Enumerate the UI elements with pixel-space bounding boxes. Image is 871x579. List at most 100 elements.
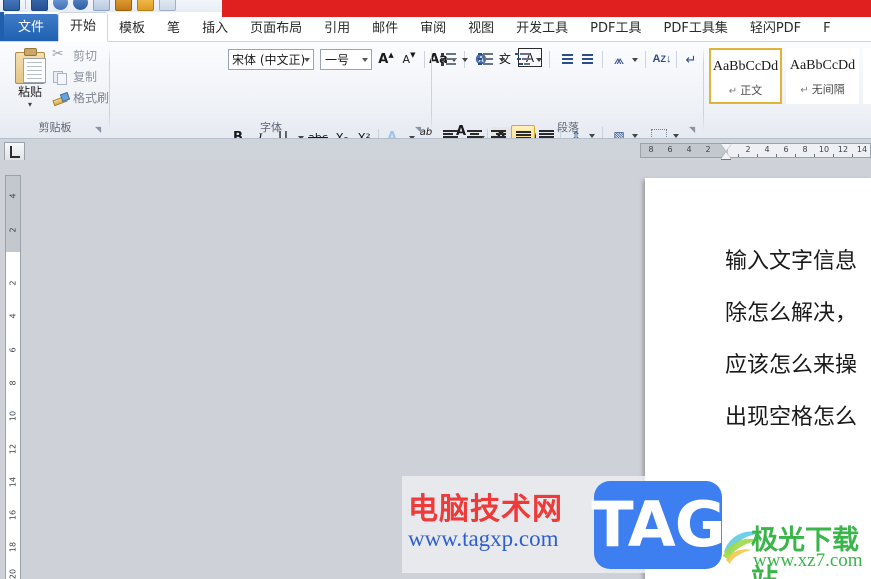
format-painter-button[interactable]: 格式刷 bbox=[52, 89, 109, 106]
grow-font-button[interactable]: A ▲ bbox=[375, 49, 397, 70]
tab-developer-tools[interactable]: 开发工具 bbox=[505, 16, 579, 42]
ribbon-group-styles: AaBbCcDd ↵ 正文 AaBbCcDd ↵ 无间隔 A 标 bbox=[704, 42, 871, 137]
h-ruler-num-5: 4 bbox=[764, 145, 770, 154]
ribbon-tab-bar: 文件 开始 模板 笔 插入 页面布局 引用 邮件 审阅 视图 开发工具 PDF工… bbox=[0, 12, 871, 42]
open-doc-icon[interactable] bbox=[137, 0, 154, 11]
numbering-caret[interactable] bbox=[498, 57, 505, 62]
print-icon[interactable] bbox=[73, 0, 88, 10]
style-sample-1: AaBbCcDd bbox=[789, 58, 856, 73]
qat-more-icon[interactable] bbox=[159, 0, 176, 11]
tab-review[interactable]: 审阅 bbox=[409, 16, 457, 42]
h-ruler-num-3: 2 bbox=[705, 145, 711, 154]
increase-indent-button[interactable] bbox=[578, 49, 600, 70]
decrease-indent-icon bbox=[558, 53, 573, 66]
h-ruler-num-0: 8 bbox=[648, 145, 654, 154]
sort-button[interactable]: AZ↓ bbox=[650, 48, 674, 69]
clipboard-dialog-launcher[interactable]: ◥ bbox=[95, 125, 104, 134]
v-ruler-num-6: 10 bbox=[8, 410, 18, 422]
chinese-layout-button[interactable]: ⩕ bbox=[608, 49, 630, 70]
redo-icon[interactable] bbox=[53, 0, 68, 10]
bullets-dropdown[interactable] bbox=[459, 49, 470, 70]
tab-mailings[interactable]: 邮件 bbox=[361, 16, 409, 42]
horizontal-ruler[interactable]: 8 6 4 2 2 4 6 8 10 12 14 bbox=[640, 143, 871, 158]
undo-icon[interactable] bbox=[31, 0, 48, 11]
v-ruler-num-3: 4 bbox=[8, 313, 18, 319]
watermark-tag-badge: TAG bbox=[591, 481, 726, 569]
chinese-layout-caret[interactable] bbox=[631, 57, 638, 62]
paragraph-dialog-launcher[interactable]: ◥ bbox=[689, 125, 698, 134]
shrink-font-button[interactable]: A ▼ bbox=[398, 49, 420, 70]
paste-button[interactable]: 粘贴 ▾ bbox=[8, 46, 52, 109]
copy-button[interactable]: 复制 bbox=[52, 68, 109, 85]
tab-insert[interactable]: 插入 bbox=[191, 16, 239, 42]
font-name-combo[interactable]: 宋体 (中文正) bbox=[228, 49, 314, 70]
style-card-body-text[interactable]: AaBbCcDd ↵ 正文 bbox=[709, 48, 782, 104]
tab-file[interactable]: 文件 bbox=[4, 14, 59, 42]
clipboard-group-label: 剪贴板 bbox=[38, 121, 72, 134]
font-sep-1 bbox=[424, 51, 425, 68]
new-doc-icon[interactable] bbox=[115, 0, 132, 11]
tab-pen[interactable]: 笔 bbox=[156, 16, 191, 42]
paste-dropdown-caret[interactable]: ▾ bbox=[8, 101, 52, 109]
chinese-layout-dropdown[interactable] bbox=[629, 49, 640, 70]
copy-label: 复制 bbox=[73, 70, 98, 84]
decrease-indent-button[interactable] bbox=[554, 49, 576, 70]
tab-references[interactable]: 引用 bbox=[313, 16, 361, 42]
multilevel-caret[interactable] bbox=[535, 57, 542, 62]
h-ruler-num-2: 4 bbox=[686, 145, 692, 154]
application-window: 文件 开始 模板 笔 插入 页面布局 引用 邮件 审阅 视图 开发工具 PDF工… bbox=[0, 0, 871, 579]
document-line-2: 应该怎么来操 bbox=[725, 352, 858, 377]
h-ruler-num-10: 14 bbox=[856, 145, 868, 154]
tab-stop-selector[interactable] bbox=[4, 142, 25, 161]
style-pilcrow-1: ↵ bbox=[800, 85, 812, 96]
tab-pdf-toolset[interactable]: PDF工具集 bbox=[653, 16, 739, 42]
numbering-button[interactable] bbox=[475, 49, 497, 70]
save-icon[interactable] bbox=[3, 0, 20, 11]
tab-home[interactable]: 开始 bbox=[58, 12, 109, 42]
h-ruler-num-8: 10 bbox=[818, 145, 830, 154]
ruler-left-margin bbox=[641, 144, 728, 157]
cut-button[interactable]: 剪切 bbox=[52, 46, 109, 64]
numbering-dropdown[interactable] bbox=[496, 49, 507, 70]
format-painter-label: 格式刷 bbox=[73, 91, 110, 105]
tab-qingshan-pdf[interactable]: 轻闪PDF bbox=[739, 16, 812, 42]
show-formatting-marks-button[interactable]: ↵ bbox=[680, 49, 702, 70]
print-preview-icon[interactable] bbox=[93, 0, 110, 11]
grow-font-arrow-icon: ▲ bbox=[388, 51, 394, 59]
h-ruler-num-1: 6 bbox=[667, 145, 673, 154]
style-card-no-spacing[interactable]: AaBbCcDd ↵ 无间隔 bbox=[786, 48, 859, 104]
v-ruler-num-4: 6 bbox=[8, 347, 18, 353]
font-dialog-launcher[interactable]: ◥ bbox=[415, 125, 424, 134]
vertical-ruler[interactable]: 4 2 2 4 6 8 10 12 14 16 18 20 bbox=[5, 175, 21, 579]
bullets-caret[interactable] bbox=[461, 57, 468, 62]
tab-page-layout[interactable]: 页面布局 bbox=[239, 16, 313, 42]
style-name-2: 标 bbox=[864, 89, 871, 103]
tab-pdf-tools[interactable]: PDF工具 bbox=[579, 16, 652, 42]
style-sample-2: A bbox=[864, 52, 871, 82]
watermark-xz7: 极光下载站 www.xz7.com bbox=[718, 518, 871, 579]
style-card-heading[interactable]: A 标 bbox=[863, 48, 871, 104]
hanging-indent-marker[interactable] bbox=[721, 152, 731, 159]
multilevel-list-button[interactable] bbox=[512, 49, 534, 70]
document-line-3: 出现空格怎么 bbox=[725, 404, 858, 429]
font-size-caret[interactable] bbox=[362, 58, 368, 62]
v-ruler-num-1: 2 bbox=[8, 227, 18, 233]
multilevel-dropdown[interactable] bbox=[533, 49, 544, 70]
h-ruler-num-4: 2 bbox=[745, 145, 751, 154]
increase-indent-icon bbox=[581, 53, 597, 66]
font-name-caret[interactable] bbox=[304, 58, 310, 62]
v-ruler-num-10: 18 bbox=[8, 541, 18, 553]
tab-template[interactable]: 模板 bbox=[108, 16, 156, 42]
tab-view[interactable]: 视图 bbox=[457, 16, 505, 42]
font-group-label: 字体 bbox=[260, 121, 282, 134]
para-sep-2 bbox=[602, 51, 603, 68]
font-size-combo[interactable]: 一号 bbox=[320, 49, 372, 70]
bullets-button[interactable] bbox=[438, 49, 460, 70]
titlebar-red-strip bbox=[222, 0, 871, 12]
font-size-value: 一号 bbox=[325, 53, 350, 67]
style-name-0: ↵ 正文 bbox=[728, 84, 763, 97]
tab-clipped[interactable]: F bbox=[812, 16, 841, 42]
first-line-indent-marker[interactable] bbox=[721, 144, 731, 151]
watermark-tag-badge-text: TAG bbox=[591, 488, 725, 561]
ribbon-group-font: 宋体 (中文正) 一号 A ▲ A ▼ Aa 🅐 bbox=[110, 42, 542, 138]
